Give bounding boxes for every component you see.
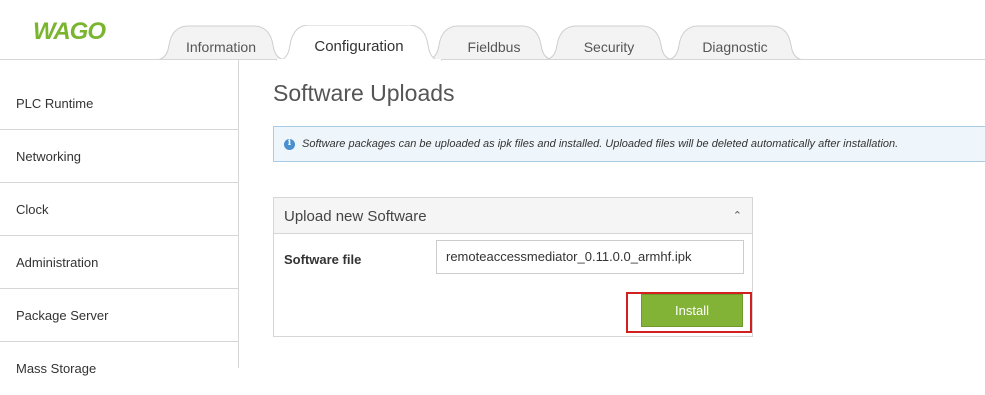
install-button[interactable]: Install [641,294,743,327]
panel-title: Upload new Software [284,208,427,225]
tab-information[interactable]: Information [155,25,287,60]
page-title: Software Uploads [273,80,455,106]
tab-fieldbus-label: Fieldbus [467,39,521,55]
sidebar-item-plc-runtime[interactable]: PLC Runtime [0,78,238,130]
tab-security[interactable]: Security [543,25,675,60]
tab-diagnostic-label: Diagnostic [702,39,768,55]
software-file-label: Software file [284,252,362,267]
tab-diagnostic[interactable]: Diagnostic [665,25,805,60]
sidebar-item-networking[interactable]: Networking [0,131,238,183]
sidebar: PLC Runtime Networking Clock Administrat… [0,60,239,376]
wago-logo: WAGO [33,18,107,44]
chevron-up-icon[interactable]: ⌃ [733,209,742,222]
tab-information-label: Information [185,39,257,55]
info-alert: Software packages can be uploaded as ipk… [273,126,985,162]
sidebar-item-package-server[interactable]: Package Server [0,290,238,342]
software-file-input[interactable]: remoteaccessmediator_0.11.0.0_armhf.ipk [436,240,744,274]
sidebar-item-mass-storage[interactable]: Mass Storage [0,343,238,395]
sidebar-item-clock[interactable]: Clock [0,184,238,236]
tab-configuration-label: Configuration [314,38,404,55]
info-icon [284,138,295,150]
tab-fieldbus[interactable]: Fieldbus [425,25,555,60]
info-text: Software packages can be uploaded as ipk… [302,138,899,150]
tab-configuration[interactable]: Configuration [276,25,442,61]
sidebar-item-administration[interactable]: Administration [0,237,238,289]
header: WAGO Information Fieldbus Security Diagn… [0,0,985,61]
tab-security-label: Security [583,39,635,55]
panel-header[interactable]: Upload new Software ⌃ [274,198,752,234]
svg-text:WAGO: WAGO [33,18,106,44]
